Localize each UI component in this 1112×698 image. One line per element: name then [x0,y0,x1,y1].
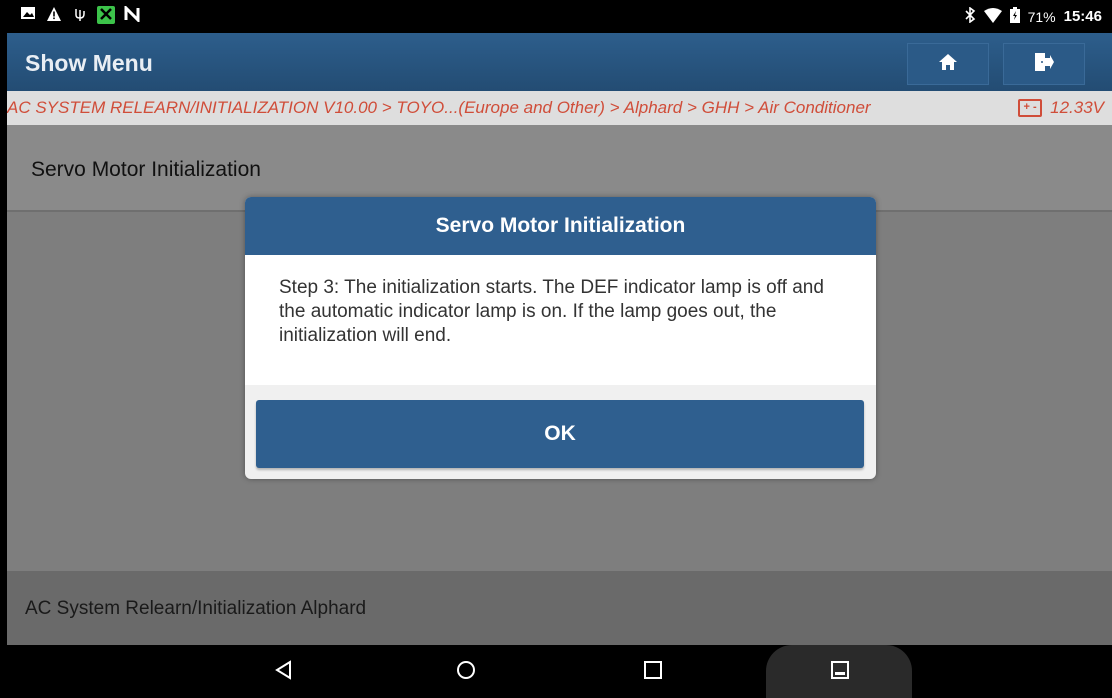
image-icon [19,6,37,24]
exit-button[interactable] [1003,43,1085,85]
footer-label: AC System Relearn/Initialization Alphard [25,598,367,619]
breadcrumb: AC SYSTEM RELEARN/INITIALIZATION V10.00 … [7,91,1112,125]
dialog-body: Step 3: The initialization starts. The D… [245,255,876,385]
home-circle-icon [456,660,476,685]
app-header: Show Menu [7,33,1112,91]
page-title: Servo Motor Initialization [31,158,261,181]
home-button[interactable] [907,43,989,85]
servo-init-dialog: Servo Motor Initialization Step 3: The i… [245,197,876,479]
clock: 15:46 [1063,8,1102,25]
battery-status-icon [1009,7,1020,26]
dialog-title: Servo Motor Initialization [245,197,876,255]
header-title: Show Menu [25,50,153,76]
usb-icon [71,6,89,24]
wifi-icon [983,7,1002,26]
dialog-message: Step 3: The initialization starts. The D… [279,277,824,346]
ok-button[interactable]: OK [256,400,864,468]
back-triangle-icon [274,659,294,685]
device-screen: 71% 15:46 Show Menu AC SYSTEM RELEARN/IN… [7,0,1112,698]
app-icon [97,6,115,24]
recents-square-icon [643,660,663,685]
exit-icon [1033,52,1055,77]
bluetooth-icon [964,6,976,26]
screenshot-icon [831,660,849,684]
warning-icon [45,6,63,24]
home-icon [938,52,958,77]
back-button[interactable] [269,657,299,687]
voltage-reading: 12.33V [1050,98,1104,117]
screenshot-button[interactable] [825,657,855,687]
android-nav-bar [7,645,1112,698]
battery-percent: 71% [1027,8,1056,25]
status-bar: 71% 15:46 [7,0,1112,33]
vehicle-battery-icon: + - [1018,99,1043,117]
n-icon [123,4,141,24]
footer-bar: AC System Relearn/Initialization Alphard [7,571,1112,645]
recents-button[interactable] [638,657,668,687]
home-nav-button[interactable] [451,657,481,687]
breadcrumb-path: AC SYSTEM RELEARN/INITIALIZATION V10.00 … [7,98,871,117]
